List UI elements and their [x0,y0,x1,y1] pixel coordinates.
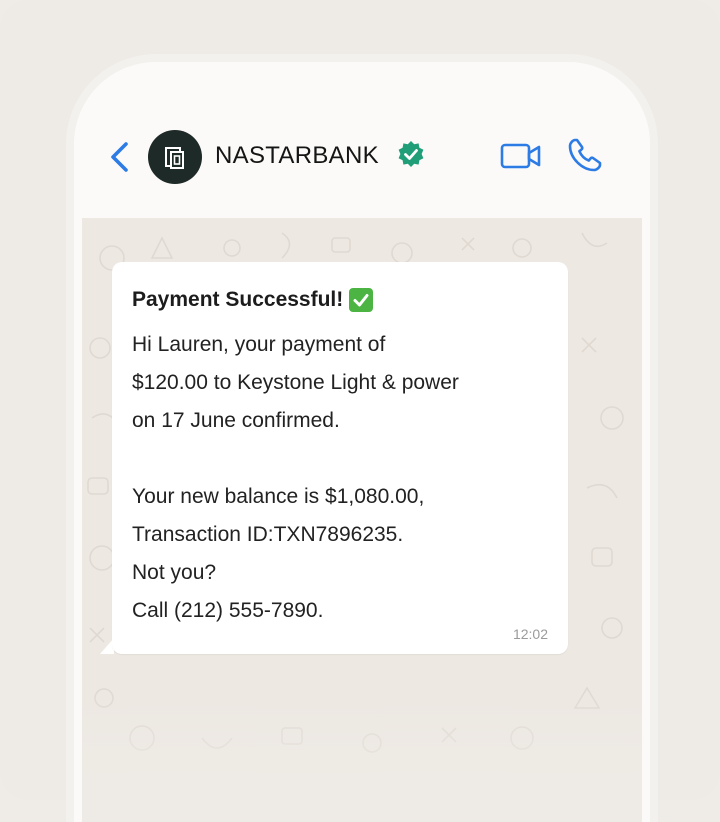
message-timestamp: 12:02 [512,626,548,642]
message-line: $120.00 to Keystone Light & power [132,371,459,394]
message-line: Transaction ID:TXN7896235. [132,523,404,546]
verified-badge-icon [398,141,424,167]
message-title-text: Payment Successful! [132,288,344,311]
message-bubble[interactable]: Payment Successful! Hi Lauren, your paym… [112,262,568,654]
contact-name[interactable]: NASTARBANK [215,140,379,172]
chevron-left-icon[interactable] [108,140,132,174]
message-line: Not you? [132,561,217,584]
phone-icon[interactable] [566,136,604,174]
message-line [132,440,552,478]
phone-screen: NASTARBANK Payment Successful! Hi Lauren… [74,62,650,822]
message-line: Hi Lauren, your payment of [132,333,386,356]
bottom-fade [82,688,642,822]
message-line: Call (212) 555-7890. [132,599,324,622]
video-camera-icon[interactable] [500,140,542,172]
bank-logo-icon [165,147,184,169]
message-title: Payment Successful! [132,286,374,314]
chat-area: Payment Successful! Hi Lauren, your paym… [82,218,642,822]
chat-header: NASTARBANK [74,62,650,218]
message-line: on 17 June confirmed. [132,409,340,432]
message-body: Hi Lauren, your payment of $120.00 to Ke… [132,326,552,630]
check-mark-button-icon [349,288,374,312]
message-line: Your new balance is $1,080.00, [132,485,425,508]
avatar[interactable] [148,130,202,184]
